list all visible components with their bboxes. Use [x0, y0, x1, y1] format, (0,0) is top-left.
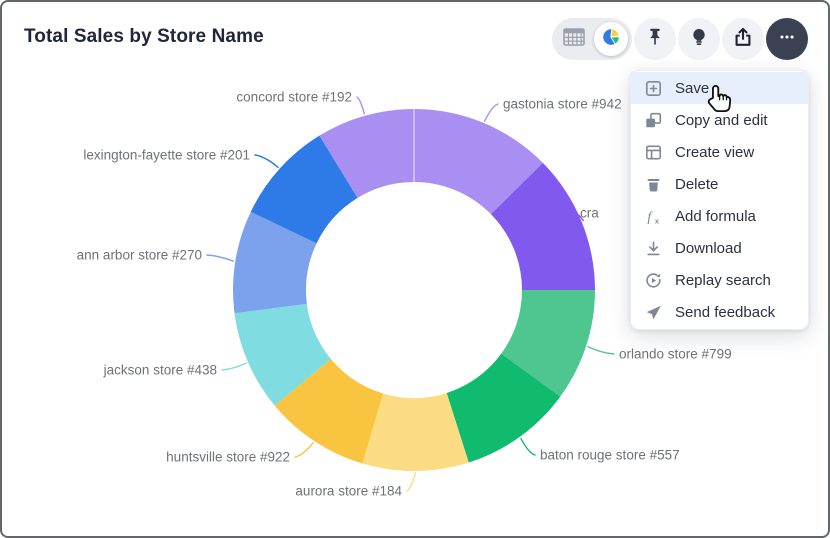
label-leader-line — [588, 347, 614, 354]
svg-text:f: f — [647, 208, 653, 223]
menu-item-send-feedback[interactable]: Send feedback — [631, 296, 808, 328]
menu-item-download[interactable]: Download — [631, 232, 808, 264]
menu-item-label: Download — [675, 240, 742, 257]
menu-item-add-formula[interactable]: f x Add formula — [631, 200, 808, 232]
slice-label: lexington-fayette store #201 — [83, 148, 250, 163]
label-leader-line — [207, 255, 233, 261]
label-leader-line — [295, 443, 313, 457]
slice-label: ann arbor store #270 — [77, 248, 202, 263]
pie-view-button[interactable] — [594, 22, 628, 56]
menu-item-label: Send feedback — [675, 304, 775, 321]
label-leader-line — [357, 97, 364, 114]
create-view-icon — [645, 144, 662, 161]
replay-icon — [645, 272, 662, 289]
label-leader-line — [407, 473, 416, 491]
menu-item-save[interactable]: Save — [631, 72, 808, 104]
slice-label: cra — [580, 206, 599, 221]
menu-item-create-view[interactable]: Create view — [631, 136, 808, 168]
lightbulb-icon — [688, 26, 710, 53]
pin-icon — [644, 26, 666, 53]
share-upload-icon — [732, 26, 754, 53]
menu-item-label: Add formula — [675, 208, 756, 225]
more-ellipsis-icon — [776, 26, 798, 53]
pie-chart-view-icon — [600, 26, 622, 53]
more-button[interactable] — [766, 18, 808, 60]
svg-text:x: x — [655, 216, 660, 224]
slice-label: jackson store #438 — [103, 363, 217, 378]
share-button[interactable] — [722, 18, 764, 60]
widget-frame: Total Sales by Store Name gastonia store… — [0, 0, 830, 538]
menu-item-label: Create view — [675, 144, 754, 161]
label-leader-line — [485, 104, 498, 121]
menu-item-label: Save — [675, 80, 709, 97]
slice-label: aurora store #184 — [295, 484, 402, 499]
menu-item-replay-search[interactable]: Replay search — [631, 264, 808, 296]
table-view-button[interactable] — [556, 22, 592, 56]
label-leader-line — [255, 155, 278, 167]
label-leader-line — [521, 439, 535, 455]
slice-label: huntsville store #922 — [166, 450, 290, 465]
slice-label: orlando store #799 — [619, 347, 732, 362]
table-view-icon — [563, 28, 585, 51]
more-menu: Save Copy and edit Create view — [630, 70, 809, 330]
send-plane-icon — [645, 304, 662, 321]
download-icon — [645, 240, 662, 257]
formula-fx-icon: f x — [645, 208, 662, 225]
menu-item-delete[interactable]: Delete — [631, 168, 808, 200]
menu-item-label: Replay search — [675, 272, 771, 289]
save-plus-icon — [645, 80, 662, 97]
trash-icon — [645, 176, 662, 193]
menu-item-label: Delete — [675, 176, 718, 193]
copy-icon — [645, 112, 662, 129]
toolbar — [552, 18, 808, 60]
menu-item-copy-and-edit[interactable]: Copy and edit — [631, 104, 808, 136]
view-toggle — [552, 18, 632, 60]
slice-label: concord store #192 — [236, 90, 352, 105]
insights-button[interactable] — [678, 18, 720, 60]
slice-label: baton rouge store #557 — [540, 448, 680, 463]
pin-button[interactable] — [634, 18, 676, 60]
label-leader-line — [222, 363, 246, 370]
menu-item-label: Copy and edit — [675, 112, 768, 129]
slice-label: gastonia store #942 — [503, 97, 622, 112]
